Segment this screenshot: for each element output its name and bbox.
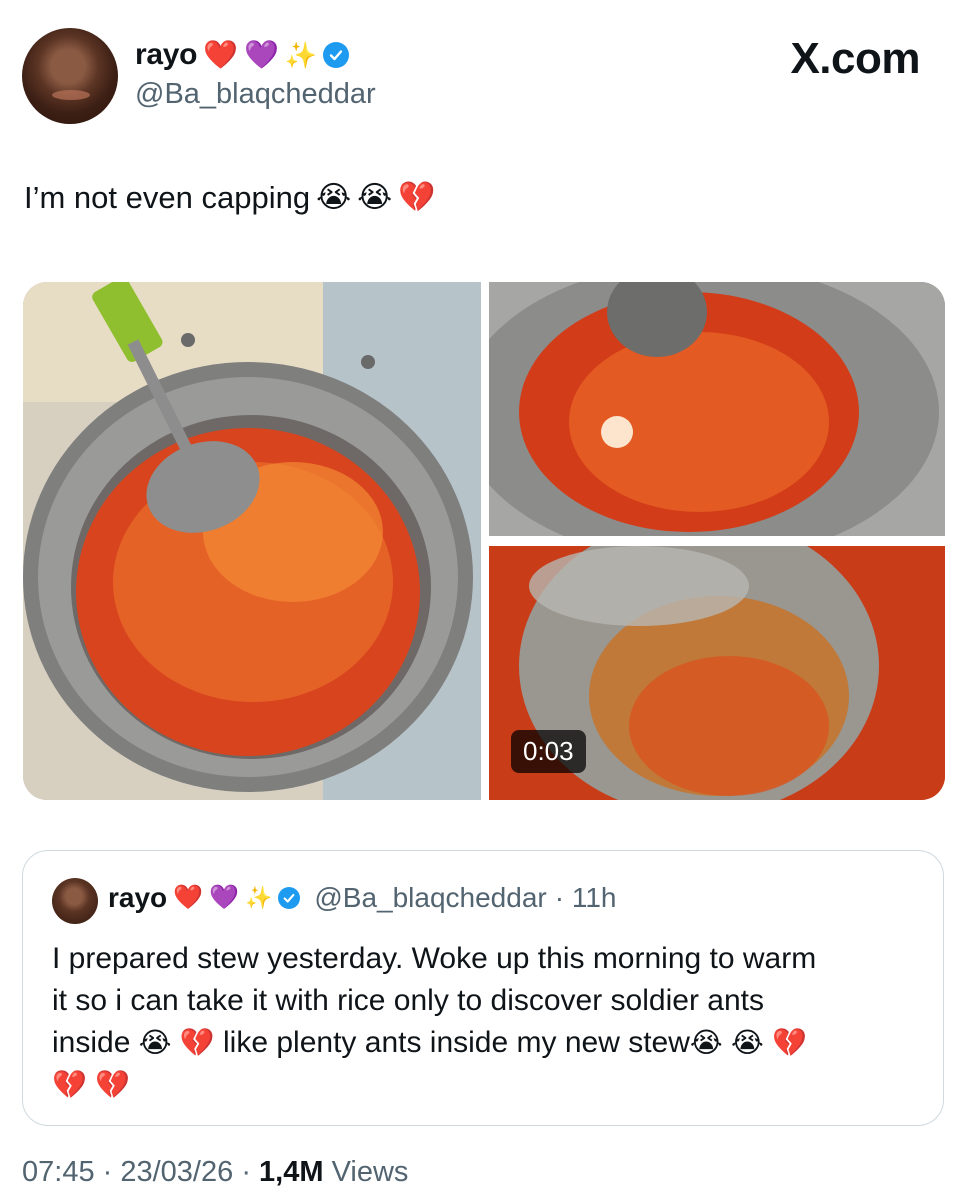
quoted-timestamp[interactable]: · 11h — [555, 882, 617, 914]
author-name-row[interactable]: rayo ❤️ 💜 ✨ — [135, 38, 350, 72]
sparkles-emoji: ✨ — [244, 885, 273, 910]
broken-heart-emoji: 💔 — [52, 1069, 87, 1100]
separator-dot: · — [102, 1156, 121, 1188]
quoted-line-3a: inside — [52, 1026, 131, 1059]
quoted-tweet-text: I prepared stew yesterday. Woke up this … — [52, 938, 912, 1106]
quoted-line-2: it so i can take it with rice only to di… — [52, 984, 764, 1017]
purple-heart-emoji: 💜 — [244, 39, 279, 70]
verified-badge-icon — [278, 887, 301, 909]
broken-heart-emoji: 💔 — [398, 181, 436, 214]
post-time[interactable]: 07:45 — [22, 1156, 95, 1188]
post-date[interactable]: 23/03/26 — [120, 1156, 233, 1188]
broken-heart-emoji: 💔 — [95, 1069, 131, 1100]
tweet-text: I’m not even capping 😭 😭 💔 — [24, 180, 436, 216]
display-name[interactable]: rayo — [135, 38, 197, 72]
media-image-pot[interactable] — [23, 282, 481, 800]
quoted-display-name[interactable]: rayo — [108, 882, 167, 914]
sparkles-emoji: ✨ — [284, 40, 318, 70]
author-handle[interactable]: @Ba_blaqcheddar — [135, 78, 376, 111]
crying-face-emoji: 😭 — [730, 1027, 764, 1058]
quoted-line-3b: like plenty ants inside my new stew — [223, 1026, 690, 1059]
crying-face-emoji: 😭 — [138, 1027, 172, 1058]
quoted-line-3: inside 😭 💔 like plenty ants inside my ne… — [52, 1022, 912, 1064]
broken-heart-emoji: 💔 — [179, 1027, 215, 1058]
tweet-body: I’m not even capping — [24, 180, 311, 215]
quoted-line-4: 💔 💔 — [52, 1064, 912, 1106]
quoted-author-row[interactable]: rayo ❤️ 💜 ✨ @Ba_blaqcheddar · 11h — [108, 882, 616, 914]
brand-label: X.com — [790, 34, 920, 83]
quoted-line-1: I prepared stew yesterday. Woke up this … — [52, 942, 817, 975]
red-heart-emoji: ❤️ — [203, 39, 239, 70]
purple-heart-emoji: 💜 — [209, 884, 239, 911]
crying-face-emoji: 😭 — [316, 181, 352, 214]
broken-heart-emoji: 💔 — [772, 1027, 807, 1058]
video-duration-badge: 0:03 — [511, 730, 586, 773]
quoted-handle[interactable]: @Ba_blaqcheddar — [314, 882, 546, 914]
media-image-stew-closeup[interactable] — [489, 282, 945, 536]
views-label: Views — [331, 1156, 409, 1188]
separator-dot: · — [241, 1156, 260, 1188]
profile-avatar[interactable] — [22, 28, 118, 124]
views-count: 1,4M — [259, 1156, 324, 1188]
verified-badge-icon — [323, 42, 350, 68]
crying-face-emoji: 😭 — [357, 181, 393, 214]
crying-face-emoji: 😭 — [689, 1027, 723, 1058]
quoted-avatar[interactable] — [52, 878, 98, 924]
tweet-metadata: 07:45 · 23/03/26 · 1,4M Views — [22, 1156, 408, 1189]
red-heart-emoji: ❤️ — [173, 884, 204, 911]
x-logo: X.com — [790, 34, 920, 84]
